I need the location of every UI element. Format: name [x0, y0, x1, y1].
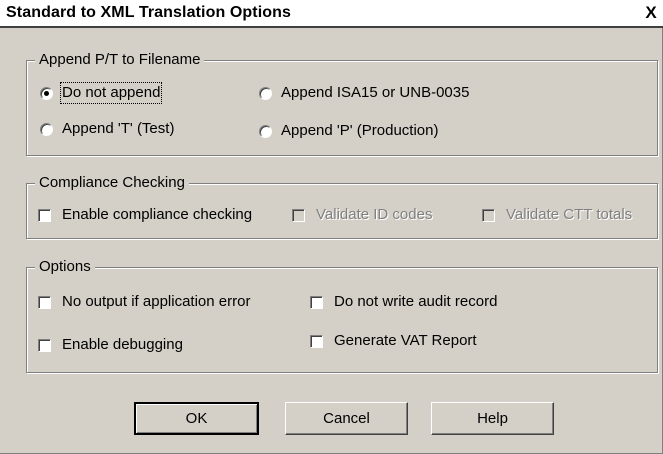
no-output-on-error-checkbox[interactable]: No output if application error: [38, 293, 250, 311]
validate-id-codes-checkbox[interactable]: Validate ID codes: [292, 206, 432, 224]
checkbox-indicator: [310, 295, 323, 309]
radio-append-test[interactable]: Append 'T' (Test): [40, 120, 174, 138]
radio-label: Append 'T' (Test): [62, 120, 175, 137]
checkbox-indicator: [310, 334, 323, 348]
radio-do-not-append[interactable]: Do not append: [40, 82, 163, 104]
compliance-legend: Compliance Checking: [35, 174, 189, 192]
checkbox-label: No output if application error: [62, 293, 251, 310]
append-pt-legend: Append P/T to Filename: [35, 51, 205, 69]
radio-append-production[interactable]: Append 'P' (Production): [259, 122, 439, 140]
ok-button[interactable]: OK: [134, 402, 259, 435]
checkbox-indicator: [38, 208, 51, 222]
checkbox-label: Validate CTT totals: [506, 206, 633, 223]
radio-append-isa15[interactable]: Append ISA15 or UNB-0035: [259, 84, 469, 102]
close-icon[interactable]: X: [641, 3, 661, 23]
radio-indicator: [259, 86, 272, 100]
enable-debugging-checkbox[interactable]: Enable debugging: [38, 336, 183, 354]
radio-indicator: [40, 122, 53, 136]
checkbox-label: Enable compliance checking: [62, 206, 253, 223]
radio-indicator: [259, 124, 272, 138]
translation-options-dialog: Standard to XML Translation Options X Ap…: [0, 0, 663, 454]
radio-label: Append ISA15 or UNB-0035: [281, 84, 470, 101]
append-pt-group: Append P/T to Filename: [26, 51, 658, 156]
cancel-button[interactable]: Cancel: [285, 402, 408, 435]
radio-label: Do not append: [59, 82, 163, 104]
generate-vat-report-checkbox[interactable]: Generate VAT Report: [310, 332, 477, 350]
checkbox-label: Generate VAT Report: [334, 332, 477, 349]
options-group: Options: [26, 258, 658, 373]
radio-indicator: [40, 86, 53, 100]
options-legend: Options: [35, 258, 95, 276]
enable-compliance-checkbox[interactable]: Enable compliance checking: [38, 206, 252, 224]
checkbox-indicator: [482, 208, 495, 222]
title-bar: Standard to XML Translation Options X: [0, 0, 663, 28]
help-button[interactable]: Help: [431, 402, 554, 435]
validate-ctt-totals-checkbox[interactable]: Validate CTT totals: [482, 206, 632, 224]
dialog-title: Standard to XML Translation Options: [6, 4, 291, 21]
checkbox-indicator: [292, 208, 305, 222]
checkbox-label: Do not write audit record: [334, 293, 498, 310]
radio-label: Append 'P' (Production): [281, 122, 439, 139]
checkbox-label: Enable debugging: [62, 336, 183, 353]
checkbox-indicator: [38, 338, 51, 352]
no-audit-record-checkbox[interactable]: Do not write audit record: [310, 293, 497, 311]
checkbox-indicator: [38, 295, 51, 309]
checkbox-label: Validate ID codes: [316, 206, 433, 223]
